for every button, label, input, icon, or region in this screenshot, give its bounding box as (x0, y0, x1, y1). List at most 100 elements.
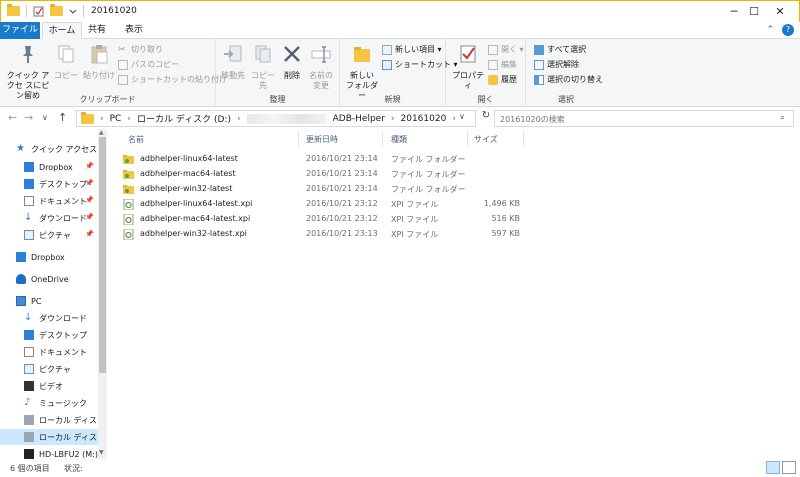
tab-share[interactable]: 共有 (84, 22, 110, 39)
tab-view[interactable]: 表示 (120, 22, 148, 39)
paste-shortcut-button[interactable]: ショートカットの貼り付け (118, 74, 227, 85)
nav-item-desktop-qa[interactable]: デスクトップ 📌 (0, 176, 98, 192)
tab-home[interactable]: ホーム (42, 22, 82, 39)
clipboard-group-label: クリップボード (79, 95, 136, 104)
xpi-file-icon (123, 214, 134, 225)
nav-item-desktop[interactable]: デスクトップ (0, 327, 98, 343)
nav-item-dropbox[interactable]: Dropbox (0, 249, 98, 265)
move-to-button[interactable]: 移動先 (218, 43, 248, 81)
navigation-scrollbar[interactable]: ▲ ▼ (98, 129, 107, 459)
folder-icon (7, 4, 20, 16)
back-arrow-icon[interactable]: ← (8, 111, 17, 124)
nav-item-local-disk-c[interactable]: ローカル ディスク (C (0, 412, 108, 428)
history-button[interactable]: 履歴 (488, 74, 517, 85)
delete-button[interactable]: 削除 (280, 43, 304, 81)
paste-button[interactable]: 貼り付け (82, 43, 116, 81)
select-all-button[interactable]: すべて選択 (534, 44, 586, 55)
open-icon (488, 44, 498, 55)
invert-selection-button[interactable]: 選択の切り替え (534, 74, 603, 85)
column-divider[interactable] (523, 131, 524, 147)
nav-item-documents[interactable]: ドキュメント (0, 344, 98, 360)
rename-icon (311, 46, 331, 63)
new-folder-icon[interactable] (50, 4, 63, 16)
properties-icon[interactable] (33, 6, 44, 17)
cut-button[interactable]: ✂ 切り取り (118, 44, 163, 55)
nav-item-pc[interactable]: PC (0, 293, 98, 309)
table-row[interactable]: adbhelper-win32-latest.xpi 2016/10/21 23… (120, 227, 620, 242)
window-title: 20161020 (91, 6, 137, 16)
copy-to-icon (255, 45, 271, 63)
address-bar[interactable]: › PC › ローカル ディスク (D:) › ADB-Helper › 201… (76, 110, 476, 127)
refresh-icon[interactable]: ↻ (479, 110, 493, 127)
table-row[interactable]: adbhelper-linux64-latest 2016/10/21 23:1… (120, 152, 620, 167)
open-group-label: 開く (477, 95, 494, 104)
nav-item-music[interactable]: ♪ ミュージック (0, 395, 98, 411)
nav-quick-access[interactable]: ★ クイック アクセス (0, 141, 98, 157)
drive-icon (24, 432, 34, 442)
scroll-up-icon[interactable]: ▲ (99, 129, 104, 136)
desktop-icon (24, 330, 34, 340)
tab-file[interactable]: ファイル (0, 22, 40, 39)
breadcrumb-adb-helper[interactable]: ADB-Helper (333, 114, 385, 124)
nav-item-videos[interactable]: ビデオ (0, 378, 98, 394)
copy-button[interactable]: コピー (52, 43, 80, 81)
breadcrumb-20161020[interactable]: 20161020 (401, 114, 447, 124)
column-divider[interactable] (298, 131, 299, 147)
edit-button[interactable]: 編集 (488, 59, 517, 70)
new-item-button[interactable]: 新しい項目 ▾ (382, 44, 442, 55)
nav-item-documents-qa[interactable]: ドキュメント 📌 (0, 193, 98, 209)
status-state: 状況: (64, 464, 83, 473)
column-header-size[interactable]: サイズ (474, 134, 498, 145)
select-none-button[interactable]: 選択解除 (534, 59, 579, 70)
nav-item-downloads[interactable]: ↓ ダウンロード (0, 310, 98, 326)
table-row[interactable]: adbhelper-mac64-latest 2016/10/21 23:14 … (120, 167, 620, 182)
up-arrow-icon[interactable]: ↑ (58, 111, 67, 124)
open-button[interactable]: 開く ▾ (488, 44, 524, 55)
scrollbar-thumb[interactable] (99, 137, 106, 373)
breadcrumb-pc[interactable]: PC (110, 114, 122, 124)
nav-item-pictures[interactable]: ピクチャ (0, 361, 98, 377)
nav-item-downloads-qa[interactable]: ↓ ダウンロード 📌 (0, 210, 98, 226)
column-divider[interactable] (382, 131, 383, 147)
search-input[interactable]: 20161020の検索 (494, 110, 794, 127)
breadcrumb-local-disk-d[interactable]: ローカル ディスク (D:) (137, 112, 231, 125)
help-icon[interactable]: ? (782, 24, 794, 36)
nav-item-pictures-qa[interactable]: ピクチャ 📌 (0, 227, 98, 243)
rename-button[interactable]: 名前の 変更 (306, 43, 336, 91)
large-icons-view-icon[interactable] (782, 461, 796, 474)
invert-selection-icon (534, 74, 544, 85)
new-group: 新しい フォルダー 新しい項目 ▾ ショートカット ▾ 新規 (340, 39, 458, 107)
close-button[interactable]: ✕ (757, 1, 800, 22)
ribbon-tabs: ファイル ホーム 共有 表示 ⌃ ? (0, 22, 800, 39)
copy-path-button[interactable]: パスのコピー (118, 59, 179, 70)
column-header-type[interactable]: 種類 (391, 134, 407, 145)
nav-item-dropbox-qa[interactable]: Dropbox 📌 (0, 159, 98, 175)
nav-item-hd-lbfu2[interactable]: HD-LBFU2 (M:) (0, 446, 98, 459)
nav-item-onedrive[interactable]: OneDrive (0, 271, 98, 287)
properties-button[interactable]: プロパティ (450, 43, 486, 91)
pin-quick-access-button[interactable]: クイック アクセ スにピン留め (4, 43, 52, 101)
select-group: すべて選択 選択解除 選択の切り替え 選択 (526, 39, 606, 107)
column-divider[interactable] (467, 131, 468, 147)
download-icon: ↓ (24, 312, 33, 323)
chevron-down-icon[interactable] (69, 7, 77, 15)
table-row[interactable]: adbhelper-mac64-latest.xpi 2016/10/21 23… (120, 212, 620, 227)
edit-icon (488, 59, 498, 70)
download-icon: ↓ (24, 212, 33, 223)
details-view-icon[interactable] (766, 461, 780, 474)
nav-item-local-disk-d[interactable]: ローカル ディスク (D (0, 429, 108, 445)
organize-group-label: 整理 (269, 95, 286, 104)
forward-arrow-icon[interactable]: → (24, 111, 33, 124)
table-row[interactable]: adbhelper-linux64-latest.xpi 2016/10/21 … (120, 197, 620, 212)
delete-icon (284, 46, 300, 62)
column-header-date[interactable]: 更新日時 (306, 134, 338, 145)
address-dropdown-icon[interactable]: ∨ (459, 112, 465, 121)
table-row[interactable]: adbhelper-win32-latest 2016/10/21 23:14 … (120, 182, 620, 197)
external-drive-icon (24, 449, 34, 459)
recent-locations-icon[interactable]: ∨ (42, 113, 48, 122)
column-header-name[interactable]: 名前 (128, 134, 144, 145)
scroll-down-icon[interactable]: ▼ (99, 449, 104, 456)
ribbon-collapse-icon[interactable]: ⌃ (766, 25, 774, 35)
new-folder-button[interactable]: 新しい フォルダー (344, 43, 380, 101)
copy-to-button[interactable]: コピー先 (248, 43, 278, 91)
